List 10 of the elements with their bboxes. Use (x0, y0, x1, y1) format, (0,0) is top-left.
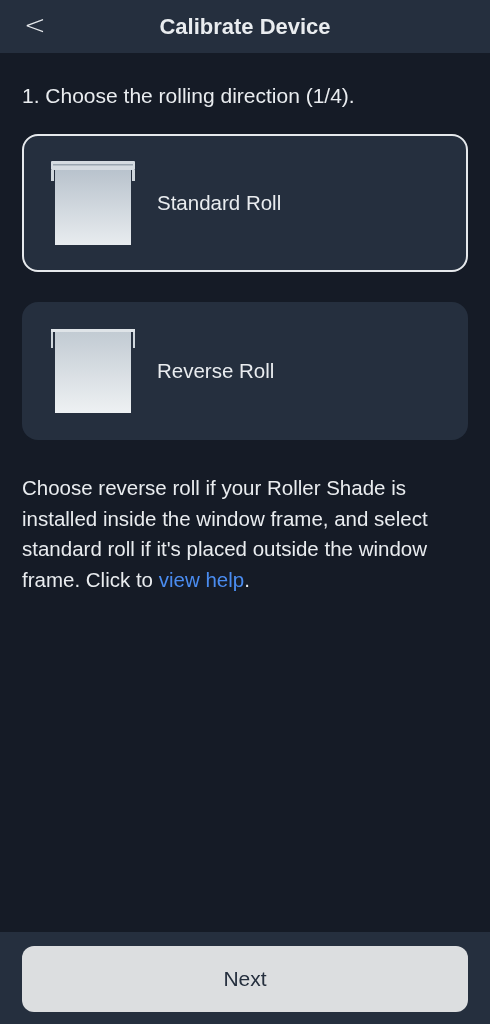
step-instruction: 1. Choose the rolling direction (1/4). (22, 84, 356, 108)
view-help-link[interactable]: view help (158, 567, 245, 591)
roller-shade-icon (51, 329, 135, 413)
page-title: Calibrate Device (159, 13, 331, 40)
roller-shade-icon (51, 161, 135, 245)
roll-option[interactable]: Standard Roll (22, 134, 468, 272)
back-button[interactable]: < (18, 10, 52, 40)
next-button[interactable]: Next (22, 946, 468, 1012)
roll-option[interactable]: Reverse Roll (22, 302, 468, 440)
help-text: Choose reverse roll if your Roller Shade is installed inside the window frame, and select standard roll if it's placed outside the window frame. Click to view help. (22, 475, 429, 593)
